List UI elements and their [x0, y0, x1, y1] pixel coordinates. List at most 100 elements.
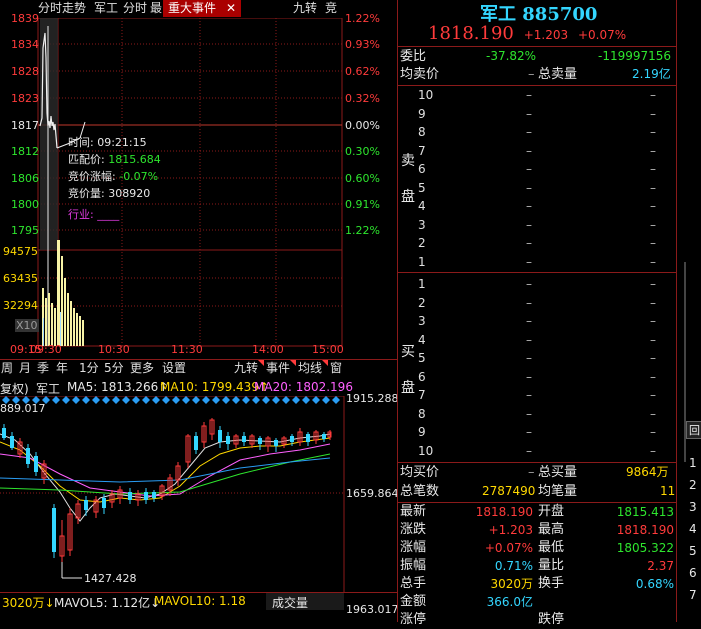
percent-tick: 0.62% — [345, 65, 380, 78]
order-level-volume: – — [650, 369, 656, 384]
stat-value: 1815.413 — [616, 505, 674, 519]
side-tab-7[interactable]: 7 — [689, 588, 697, 602]
order-level-row[interactable]: 10 – – — [398, 444, 676, 463]
tooltip-match-value: 1815.684 — [108, 153, 161, 166]
time-tick: 11:30 — [171, 343, 203, 356]
order-level-row[interactable]: 4 – – — [398, 199, 676, 218]
period-5min-button[interactable]: 5分 — [104, 360, 124, 377]
order-level-volume: – — [650, 106, 656, 121]
order-level-row[interactable]: 3 – – — [398, 314, 676, 333]
settings-button[interactable]: 设置 — [162, 360, 186, 377]
order-level-volume: – — [650, 143, 656, 158]
side-tab-1[interactable]: 1 — [689, 456, 697, 470]
order-level-row[interactable]: 9 – – — [398, 425, 676, 444]
ma5-label: MA5: 1813.266↑ — [67, 380, 169, 394]
adjust-label[interactable]: 复权) — [0, 380, 29, 397]
order-level-row[interactable]: 5 – – — [398, 351, 676, 370]
stats-row: 涨幅 +0.07% 最低 1805.322 — [398, 539, 676, 557]
order-level-row[interactable]: 3 – – — [398, 218, 676, 237]
order-level-row[interactable]: 8 – – — [398, 125, 676, 144]
order-level-row[interactable]: 1 – – — [398, 255, 676, 274]
tab-intraday[interactable]: 分时走势 — [38, 0, 86, 17]
price-tick: 1812 — [11, 145, 39, 158]
period-month-button[interactable]: 月 — [19, 360, 31, 377]
tooltip-industry-value: ____ — [97, 208, 120, 221]
order-level-volume: – — [650, 236, 656, 250]
order-level-price: – — [526, 254, 532, 269]
order-level-number: 9 — [418, 106, 426, 121]
order-level-row[interactable]: 5 – – — [398, 181, 676, 200]
order-level-row[interactable]: 9 – – — [398, 107, 676, 126]
order-level-volume: – — [650, 88, 656, 102]
order-level-row[interactable]: 6 – – — [398, 370, 676, 389]
order-level-row[interactable]: 2 – – — [398, 296, 676, 315]
side-tab-3[interactable]: 3 — [689, 500, 697, 514]
order-level-volume: – — [650, 425, 656, 439]
order-level-row[interactable]: 8 – – — [398, 407, 676, 426]
weibi-label: 委比 — [400, 49, 427, 64]
quote-name: 军工 — [480, 4, 516, 25]
order-level-row[interactable]: 10 – – — [398, 88, 676, 107]
intraday-chart[interactable]: 1839 1834 1828 1823 1817 1812 1806 1800 … — [0, 12, 398, 356]
indicator-selector[interactable]: 成交量 — [266, 593, 344, 610]
period-year-button[interactable]: 年 — [56, 360, 68, 377]
order-level-price: – — [526, 388, 532, 402]
order-level-volume: – — [650, 443, 656, 458]
total-buy-label: 总买量 — [538, 465, 578, 480]
period-1min-button[interactable]: 1分 — [79, 360, 99, 377]
period-season-button[interactable]: 季 — [37, 360, 49, 377]
buy-book: 买 盘 1– –2– –3– –4– –5– –6– –7– –8– –9– –10– – — [398, 273, 676, 461]
percent-tick: 0.93% — [345, 38, 380, 51]
tab-intraday-2[interactable]: 分时 — [123, 0, 147, 17]
side-tab-2[interactable]: 2 — [689, 478, 697, 492]
percent-tick: 0.32% — [345, 92, 380, 105]
more-button[interactable]: 更多 — [130, 360, 154, 377]
stat-value: 1818.190 — [475, 505, 533, 519]
order-level-number: 3 — [418, 314, 426, 328]
close-icon[interactable]: ✕ — [226, 0, 236, 17]
order-level-number: 6 — [418, 162, 426, 176]
side-tab-4[interactable]: 4 — [689, 522, 697, 536]
price-tick: 1823 — [11, 92, 39, 105]
stat-label: 最新 — [400, 504, 427, 519]
tab-events[interactable]: 重大事件 ✕ — [163, 0, 241, 17]
side-tab-5[interactable]: 5 — [689, 544, 697, 558]
order-level-number: 10 — [418, 88, 434, 102]
volume-tick: 63435 — [3, 272, 38, 285]
total-trades-value: 2787490 — [482, 484, 536, 498]
period-week-button[interactable]: 周 — [1, 360, 13, 377]
tab-name[interactable]: 军工 — [94, 0, 118, 17]
order-level-price: – — [526, 425, 532, 439]
order-level-number: 2 — [418, 236, 426, 250]
order-level-row[interactable]: 4 – – — [398, 333, 676, 352]
side-tab-6[interactable]: 6 — [689, 566, 697, 580]
jiuzhuan-button[interactable]: 九转 — [234, 360, 258, 377]
price-tick: 1817 — [11, 119, 39, 132]
order-level-row[interactable]: 7 – – — [398, 144, 676, 163]
order-level-number: 10 — [418, 443, 434, 458]
order-level-volume: – — [650, 199, 656, 213]
order-level-row[interactable]: 7 – – — [398, 388, 676, 407]
stats-row: 总手 3020万 换手 0.68% — [398, 575, 676, 593]
order-level-number: 1 — [418, 277, 426, 291]
price-tick: 1800 — [11, 198, 39, 211]
tab-jing[interactable]: 竞 — [325, 0, 337, 17]
stat-label: 最低 — [538, 540, 565, 555]
side-tab-back[interactable]: 回 — [686, 421, 701, 439]
order-level-volume: – — [650, 295, 656, 310]
order-level-row[interactable]: 6 – – — [398, 162, 676, 181]
order-level-row[interactable]: 1 – – — [398, 277, 676, 296]
percent-tick: 0.91% — [345, 198, 380, 211]
quote-code: 885700 — [522, 4, 598, 25]
tooltip-time-value: 09:21:15 — [97, 136, 147, 149]
ma10-label: MA10: 1799.439↑ — [160, 380, 270, 394]
tab-cut[interactable]: 最 — [150, 0, 162, 17]
stat-value: 0.68% — [635, 577, 674, 591]
order-level-number: 1 — [418, 254, 426, 269]
quote-price: 1818.190 — [428, 23, 514, 44]
order-level-row[interactable]: 2 – – — [398, 236, 676, 255]
kline-chart[interactable]: 889.017 1915.288 1659.864 1427.428 — [0, 392, 399, 592]
order-level-volume: – — [650, 180, 656, 195]
order-level-number: 8 — [418, 406, 426, 421]
tab-jiuzhuan[interactable]: 九转 — [293, 0, 317, 17]
